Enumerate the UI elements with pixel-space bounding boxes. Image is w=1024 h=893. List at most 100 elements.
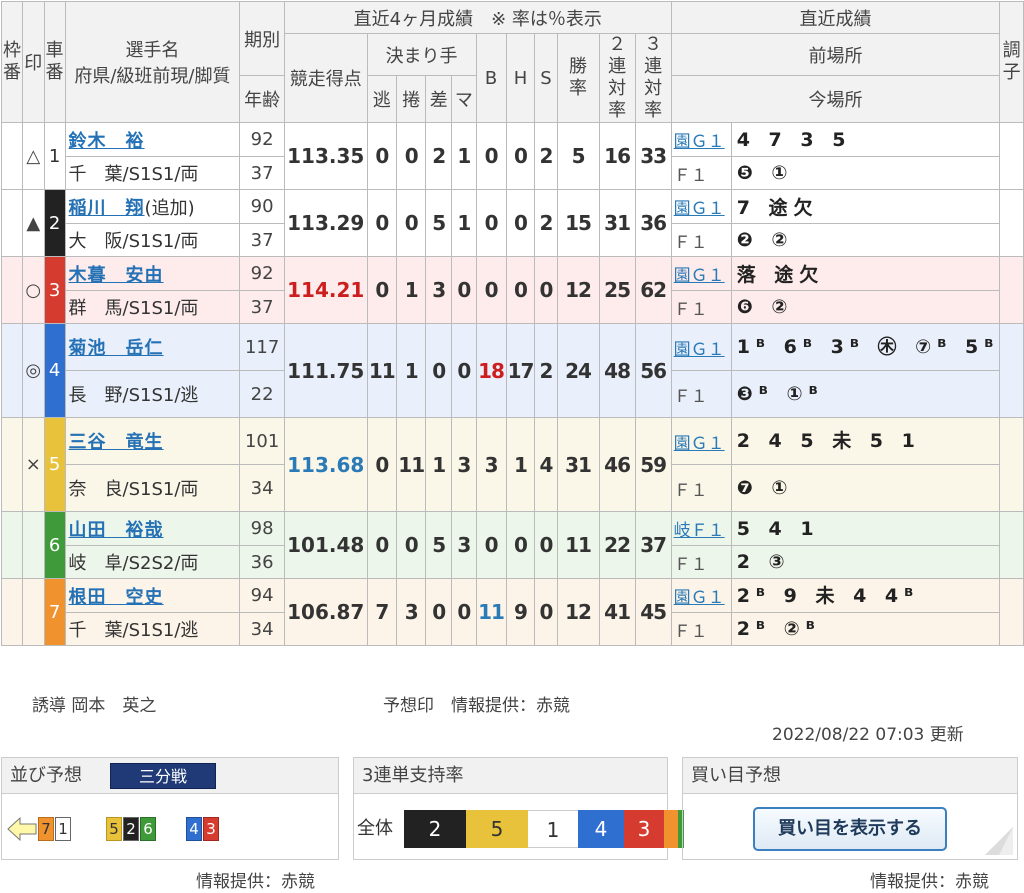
header-score: 競走得点 bbox=[283, 33, 368, 123]
stat-s: 2 bbox=[534, 189, 558, 257]
rider-name-link[interactable]: 根田 空史 bbox=[69, 587, 164, 608]
stat-sashi: 5 bbox=[425, 511, 453, 579]
updated-time: 2022/08/22 07:03 更新 bbox=[772, 725, 964, 745]
condition-cell bbox=[999, 122, 1024, 190]
stat-b: 0 bbox=[475, 189, 507, 257]
rider-name-link[interactable]: 菊池 岳仁 bbox=[69, 338, 164, 359]
chip-7: 7 bbox=[38, 817, 54, 841]
prev-venue-link[interactable]: 園Ｇ１ bbox=[674, 199, 725, 219]
stat-h: 9 bbox=[505, 578, 536, 646]
rider-name-link[interactable]: 山田 裕哉 bbox=[69, 520, 164, 541]
header-sashi: 差 bbox=[425, 75, 453, 123]
rider-age: 37 bbox=[239, 223, 285, 257]
stat-ren2: 46 bbox=[598, 417, 636, 512]
stat-h: 17 bbox=[505, 323, 536, 418]
header-ren3: ３連対率 bbox=[634, 33, 672, 123]
header-makuri: 捲 bbox=[395, 75, 427, 123]
now-venue-label: Ｆ１ bbox=[673, 554, 708, 575]
header-win: 勝率 bbox=[556, 33, 600, 123]
line-forecast-panel: 並び予想 三分戦 71 526 43 bbox=[1, 757, 339, 860]
now-results: ❻ ② bbox=[730, 290, 1001, 324]
waku-cell bbox=[0, 511, 24, 579]
line-credit: 情報提供：赤競 bbox=[196, 872, 315, 892]
rider-name-link[interactable]: 三谷 竜生 bbox=[69, 432, 164, 453]
race-score: 101.48 bbox=[283, 511, 368, 579]
car-number: 7 bbox=[43, 578, 66, 646]
prev-results: 2 4 5 未 5 1 bbox=[730, 417, 1001, 465]
rider-name-link[interactable]: 木暮 安由 bbox=[69, 265, 164, 286]
waku-cell bbox=[0, 578, 24, 646]
seg-4: 4 bbox=[578, 810, 624, 848]
header-now: 今場所 bbox=[670, 75, 1001, 123]
waku-cell bbox=[0, 122, 24, 190]
stat-b: 11 bbox=[475, 578, 507, 646]
car-number: 2 bbox=[43, 189, 66, 257]
prev-results: 1ᴮ 6ᴮ 3ᴮ ㊍ ⑦ᴮ 5ᴮ bbox=[730, 323, 1001, 371]
rider-name-cell: 鈴木 裕 bbox=[64, 122, 241, 157]
show-bets-button[interactable]: 買い目を表示する bbox=[753, 807, 947, 851]
seg-7 bbox=[664, 810, 678, 848]
support-panel: 3連単支持率 全体 2 5 1 4 3 bbox=[353, 757, 684, 860]
header-player: 選手名 府県/級班前現/脚質 bbox=[64, 1, 241, 123]
chip-5: 5 bbox=[106, 817, 122, 841]
chip-4: 4 bbox=[186, 817, 202, 841]
prev-venue-link[interactable]: 園Ｇ１ bbox=[674, 340, 725, 360]
car-number: 4 bbox=[43, 323, 66, 418]
header-term: 期別 bbox=[239, 0, 285, 77]
rider-term: 92 bbox=[239, 122, 285, 157]
header-s: S bbox=[534, 33, 558, 123]
prev-venue-link[interactable]: 岐Ｆ１ bbox=[674, 521, 725, 541]
prev-venue-link[interactable]: 園Ｇ１ bbox=[674, 266, 725, 286]
stat-ren2: 25 bbox=[598, 256, 636, 324]
stat-sashi: 0 bbox=[425, 323, 453, 418]
prev-venue: 園Ｇ１ bbox=[670, 189, 732, 224]
race-score: 113.35 bbox=[283, 122, 368, 190]
condition-cell bbox=[999, 189, 1024, 257]
header-waku: 枠番 bbox=[0, 1, 24, 123]
rider-age: 37 bbox=[239, 290, 285, 324]
stat-ren3: 36 bbox=[634, 189, 672, 257]
chip-2: 2 bbox=[123, 817, 139, 841]
support-label: 全体 bbox=[357, 818, 393, 839]
rider-name-link[interactable]: 稲川 翔 bbox=[69, 198, 145, 219]
stat-sashi: 2 bbox=[425, 122, 453, 190]
stat-sashi: 0 bbox=[425, 578, 453, 646]
stat-makuri: 1 bbox=[395, 256, 427, 324]
header-cond: 調子 bbox=[999, 1, 1024, 123]
stat-nige: 0 bbox=[366, 189, 398, 257]
rider-pref: 千 葉/S1S1/両 bbox=[64, 156, 241, 190]
rider-row: ○ 3 木暮 安由 92 114.21 0 1 3 0 0 0 0 12 25 62 園Ｇ１ 落 途欠 bbox=[0, 256, 1024, 324]
stat-ren2: 16 bbox=[598, 122, 636, 190]
header-ren2: ２連対率 bbox=[598, 33, 636, 123]
race-score: 113.68 bbox=[283, 417, 368, 512]
lead-rider: 誘導 岡本 英之 bbox=[32, 691, 156, 716]
prev-results: 2ᴮ 9 未 4 4ᴮ bbox=[730, 578, 1001, 613]
condition-cell bbox=[999, 417, 1024, 512]
stat-b: 0 bbox=[475, 511, 507, 579]
race-score: 113.29 bbox=[283, 189, 368, 257]
stat-b: 0 bbox=[475, 122, 507, 190]
stat-makuri: 1 bbox=[395, 323, 427, 418]
prev-venue-link[interactable]: 園Ｇ１ bbox=[674, 588, 725, 608]
stat-mark: 0 bbox=[451, 323, 477, 418]
prev-results: 5 4 1 bbox=[730, 511, 1001, 546]
rider-name-cell: 稲川 翔(追加) bbox=[64, 189, 241, 224]
stat-sashi: 5 bbox=[425, 189, 453, 257]
stat-nige: 0 bbox=[366, 256, 398, 324]
prev-venue-link[interactable]: 園Ｇ１ bbox=[674, 434, 725, 454]
stat-makuri: 0 bbox=[395, 189, 427, 257]
stat-ren3: 33 bbox=[634, 122, 672, 190]
prev-venue-link[interactable]: 園Ｇ１ bbox=[674, 132, 725, 152]
stat-mark: 1 bbox=[451, 189, 477, 257]
prediction-mark bbox=[22, 511, 45, 579]
now-venue: Ｆ１ bbox=[670, 223, 732, 257]
stat-ren2: 22 bbox=[598, 511, 636, 579]
mark-credit: 予想印 情報提供：赤競 bbox=[383, 696, 570, 716]
stat-makuri: 0 bbox=[395, 122, 427, 190]
now-venue-label: Ｆ１ bbox=[673, 165, 708, 186]
prediction-mark: × bbox=[22, 417, 45, 512]
rider-name-cell: 菊池 岳仁 bbox=[64, 323, 241, 371]
rider-name-link[interactable]: 鈴木 裕 bbox=[69, 131, 145, 152]
now-venue: Ｆ１ bbox=[670, 290, 732, 324]
seg-1: 1 bbox=[528, 810, 578, 848]
